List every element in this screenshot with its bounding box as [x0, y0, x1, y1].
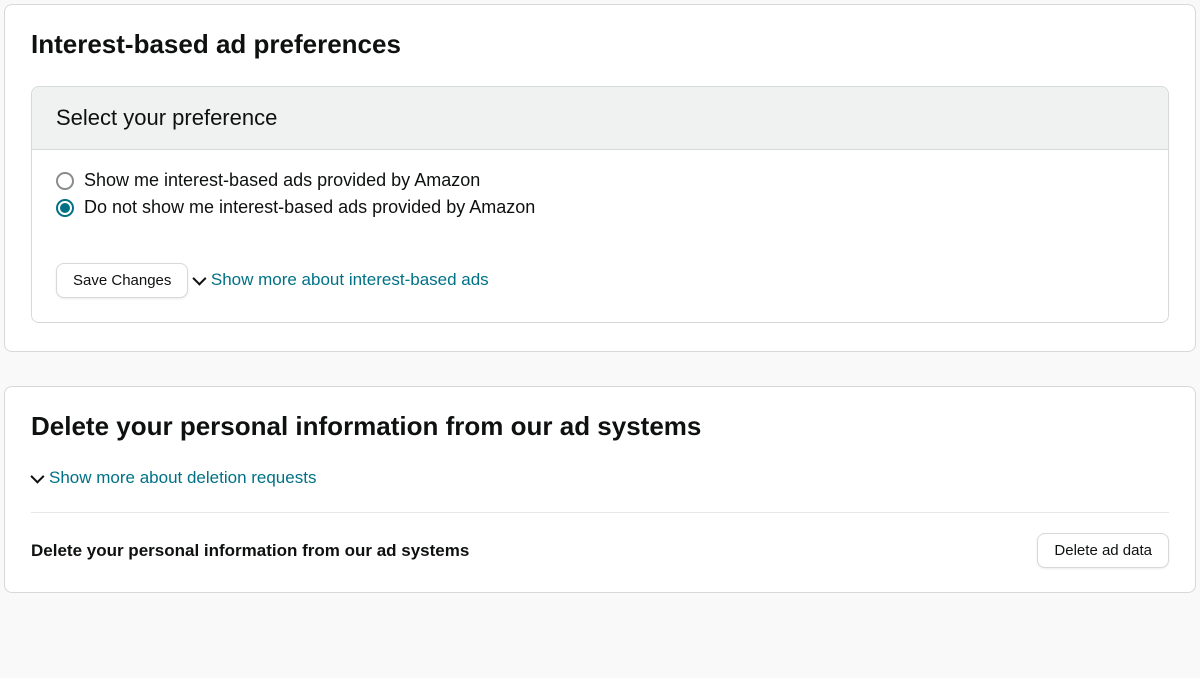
radio-icon — [56, 172, 74, 190]
delete-ad-data-row: Delete your personal information from ou… — [31, 533, 1169, 568]
preference-panel-title: Select your preference — [32, 87, 1168, 150]
radio-label: Do not show me interest-based ads provid… — [84, 197, 535, 218]
expander-label: Show more about deletion requests — [49, 468, 316, 488]
radio-icon — [56, 199, 74, 217]
show-more-ads-link[interactable]: Show more about interest-based ads — [193, 270, 489, 290]
delete-data-heading: Delete your personal information from ou… — [31, 411, 1169, 442]
ad-preferences-card: Interest-based ad preferences Select you… — [4, 4, 1196, 352]
preference-panel: Select your preference Show me interest-… — [31, 86, 1169, 323]
show-more-deletion-link[interactable]: Show more about deletion requests — [31, 468, 316, 488]
save-changes-button[interactable]: Save Changes — [56, 263, 188, 298]
radio-label: Show me interest-based ads provided by A… — [84, 170, 480, 191]
divider — [31, 512, 1169, 513]
ad-preferences-heading: Interest-based ad preferences — [31, 29, 1169, 60]
chevron-down-icon — [30, 470, 44, 484]
delete-ad-data-button[interactable]: Delete ad data — [1037, 533, 1169, 568]
expander-label: Show more about interest-based ads — [211, 270, 489, 290]
delete-ad-data-label: Delete your personal information from ou… — [31, 541, 469, 561]
ad-preference-radio-group: Show me interest-based ads provided by A… — [56, 170, 1144, 218]
preference-panel-body: Show me interest-based ads provided by A… — [32, 150, 1168, 322]
radio-option-do-not-show-ads[interactable]: Do not show me interest-based ads provid… — [56, 197, 1144, 218]
radio-option-show-ads[interactable]: Show me interest-based ads provided by A… — [56, 170, 1144, 191]
chevron-down-icon — [192, 272, 206, 286]
delete-data-card: Delete your personal information from ou… — [4, 386, 1196, 593]
